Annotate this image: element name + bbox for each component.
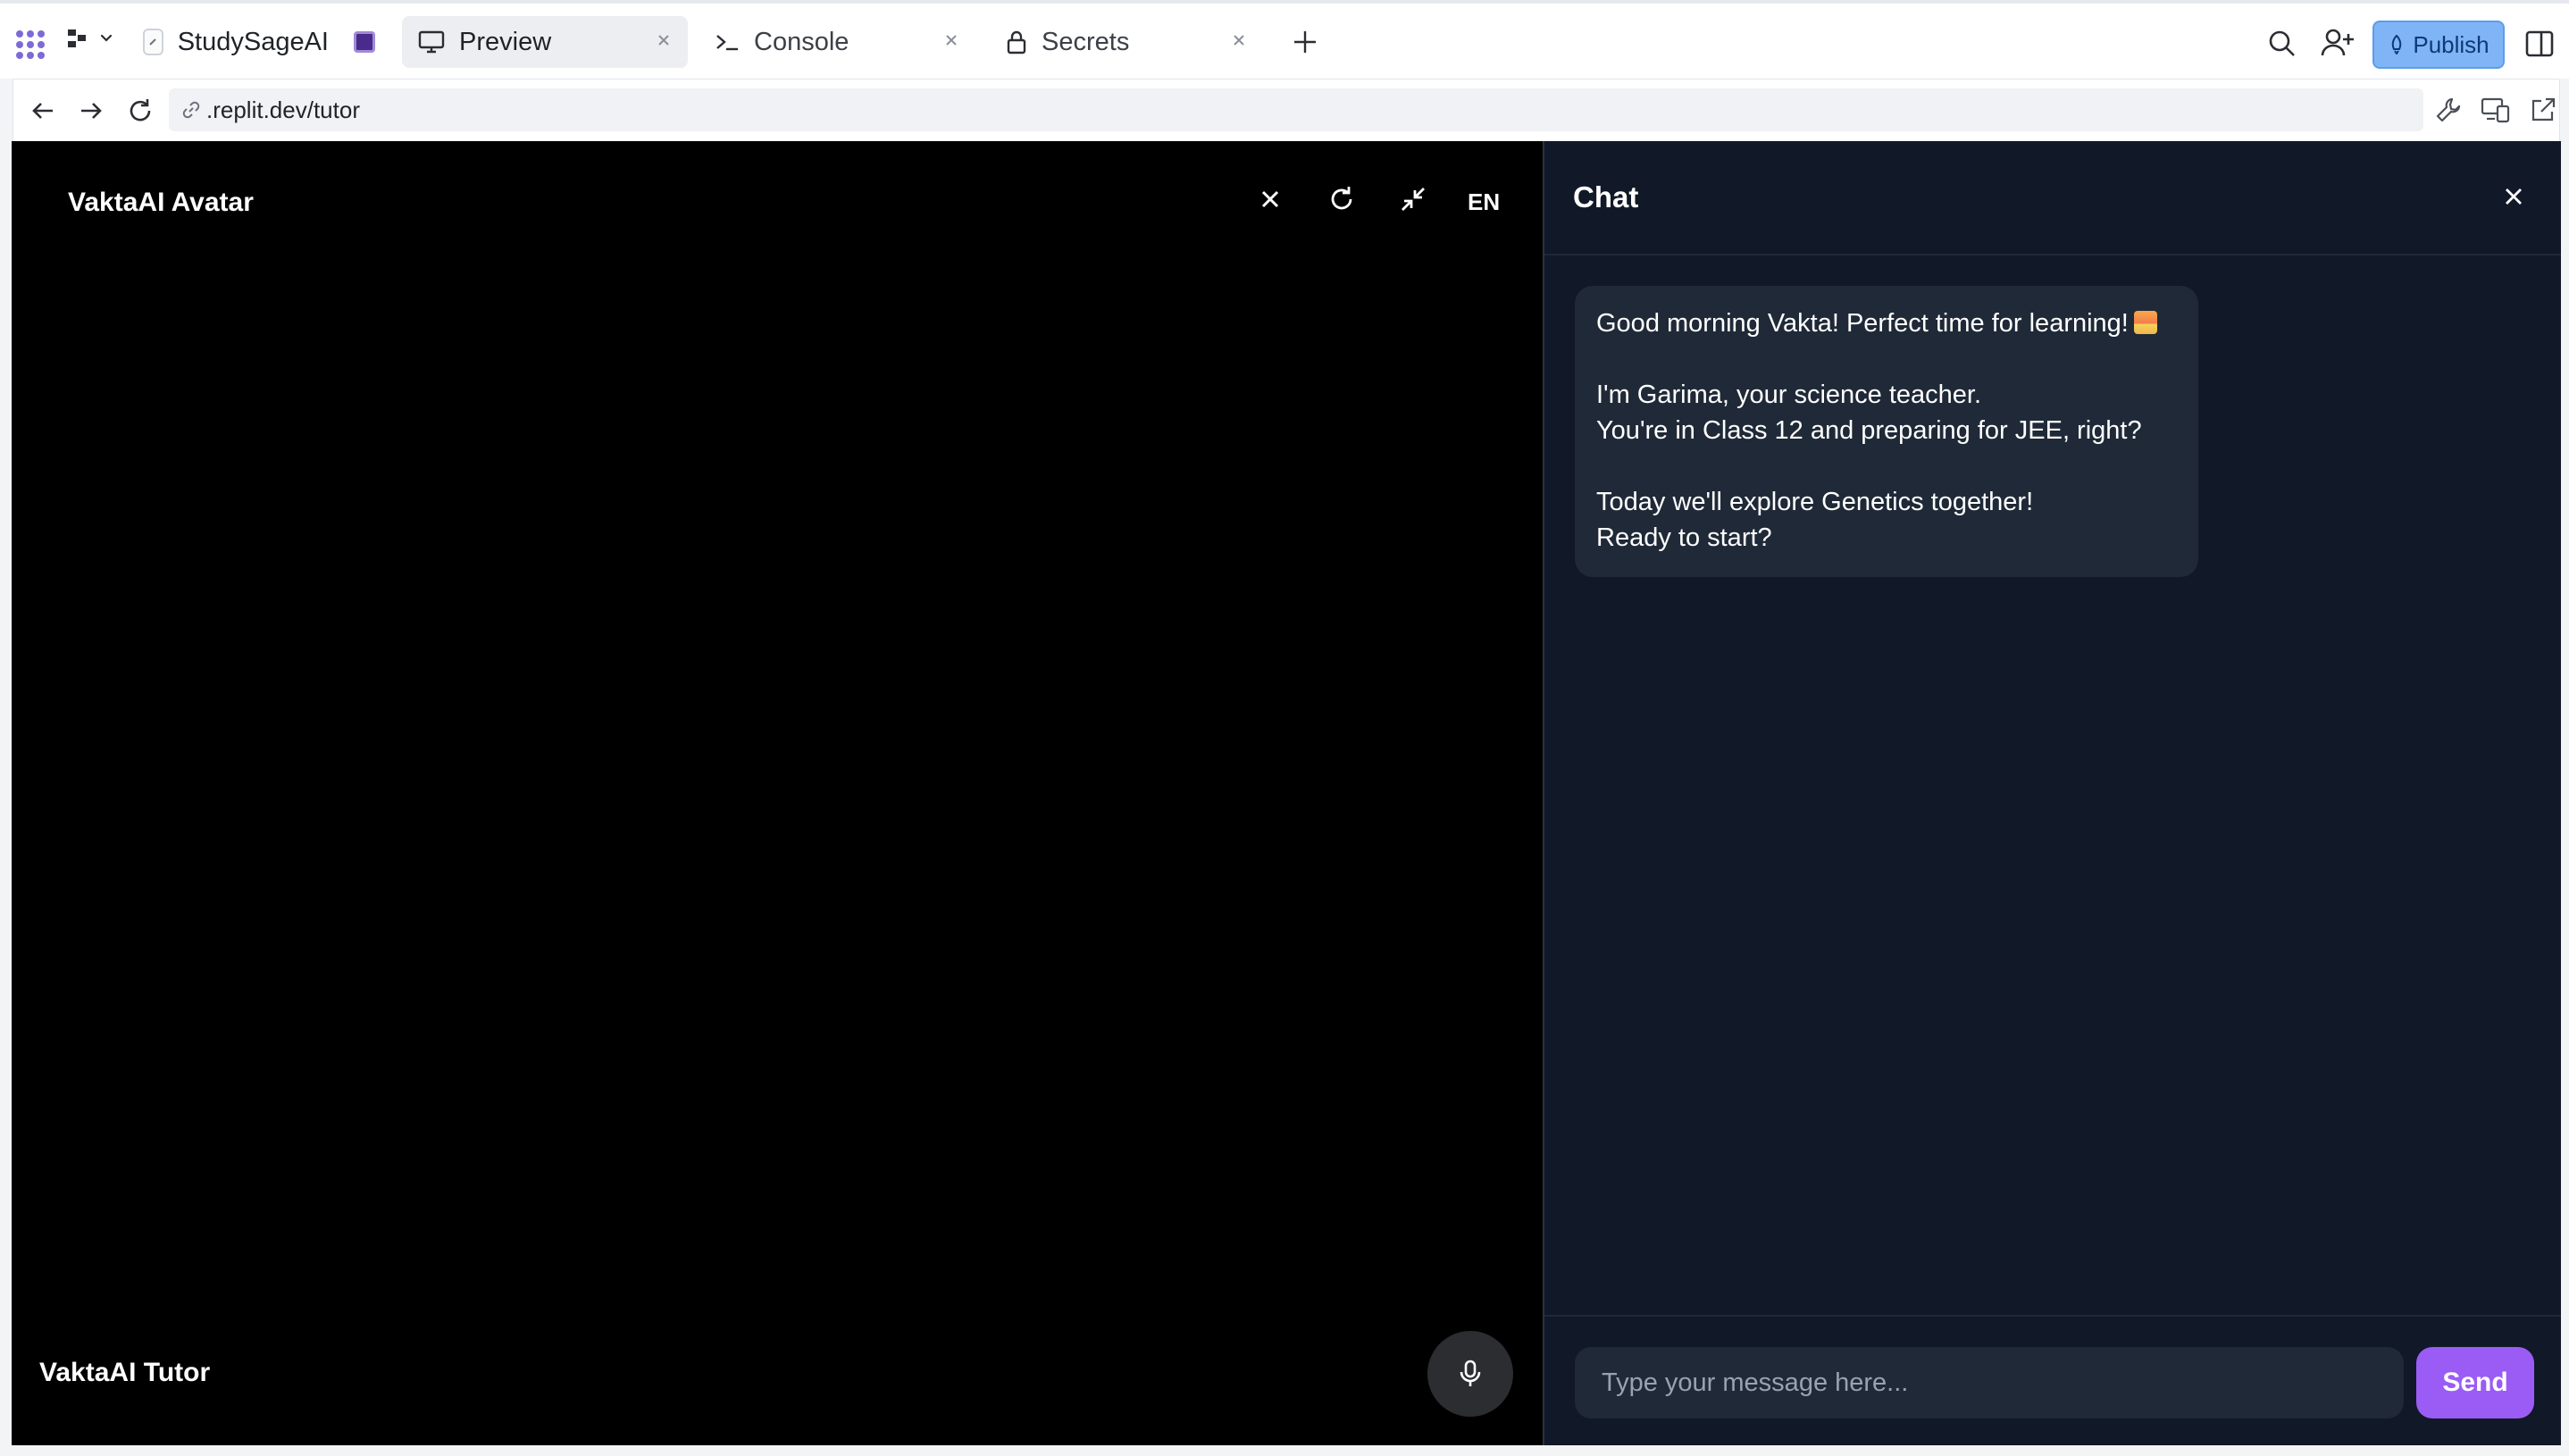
tutor-label: VaktaAI Tutor xyxy=(39,1358,211,1387)
message-line: I'm Garima, your science teacher. xyxy=(1596,381,1982,409)
project-favicon-icon xyxy=(143,29,163,55)
open-external-icon[interactable] xyxy=(2529,96,2557,124)
minimize-icon[interactable] xyxy=(1398,184,1428,214)
close-icon[interactable] xyxy=(941,30,961,50)
tab-label: Preview xyxy=(459,27,552,56)
link-icon xyxy=(181,100,201,120)
reload-icon[interactable] xyxy=(126,96,155,125)
close-icon[interactable] xyxy=(654,30,674,50)
workspace-layout-dropdown[interactable] xyxy=(66,27,114,50)
chat-composer: Send xyxy=(1544,1315,2561,1445)
chat-message-bubble: Good morning Vakta! Perfect time for lea… xyxy=(1575,286,2198,577)
invite-user-icon[interactable] xyxy=(2321,27,2355,59)
preview-url-bar: .replit.dev/tutor xyxy=(13,79,2560,141)
url-path: /tutor xyxy=(306,96,360,123)
devices-icon[interactable] xyxy=(2481,96,2511,124)
monitor-icon xyxy=(418,29,445,54)
app-preview: VaktaAI Avatar EN VaktaAI Tutor Chat Goo… xyxy=(12,141,2561,1445)
close-icon[interactable] xyxy=(1257,186,1284,213)
chat-header: Chat xyxy=(1544,141,2561,255)
message-line: Good morning Vakta! Perfect time for lea… xyxy=(1596,305,2177,341)
tab-project[interactable]: StudySageAI xyxy=(143,16,345,68)
workspace-topbar: StudySageAI Preview Console Secrets Publ… xyxy=(0,0,2569,79)
close-icon[interactable] xyxy=(2501,184,2526,209)
tab-label: Console xyxy=(754,27,849,56)
microphone-icon xyxy=(1460,1360,1481,1386)
chat-title: Chat xyxy=(1573,180,1639,213)
url-input[interactable]: .replit.dev/tutor xyxy=(169,88,2423,131)
search-icon[interactable] xyxy=(2267,29,2297,59)
language-toggle[interactable]: EN xyxy=(1468,188,1500,216)
project-name: StudySageAI xyxy=(177,27,329,56)
terminal-icon xyxy=(715,31,740,53)
microphone-button[interactable] xyxy=(1427,1331,1513,1417)
avatar-panel: VaktaAI Avatar EN VaktaAI Tutor xyxy=(12,141,1543,1445)
chevron-down-icon xyxy=(100,34,113,42)
url-host: .replit.dev xyxy=(206,96,307,123)
forward-arrow-icon[interactable] xyxy=(78,97,105,124)
tab-preview[interactable]: Preview xyxy=(402,16,688,68)
message-line: Today we'll explore Genetics together! xyxy=(1596,488,2034,516)
tab-console[interactable]: Console xyxy=(699,16,975,68)
sunrise-emoji-icon xyxy=(2133,311,2157,334)
stop-icon[interactable] xyxy=(354,31,375,53)
rocket-icon xyxy=(2392,35,2402,54)
message-input[interactable] xyxy=(1575,1347,2404,1418)
back-arrow-icon[interactable] xyxy=(29,97,56,124)
message-line: You're in Class 12 and preparing for JEE… xyxy=(1596,416,2142,445)
wrench-icon[interactable] xyxy=(2434,96,2463,124)
refresh-icon[interactable] xyxy=(1326,184,1357,214)
replit-logo-icon[interactable] xyxy=(14,29,46,61)
add-tab-plus-icon[interactable] xyxy=(1290,27,1320,57)
lock-icon xyxy=(1006,29,1027,55)
tab-label: Secrets xyxy=(1042,27,1130,56)
message-line: Ready to start? xyxy=(1596,523,1772,552)
toggle-sidebar-icon[interactable] xyxy=(2524,29,2555,59)
chat-panel: Chat Good morning Vakta! Perfect time fo… xyxy=(1543,141,2561,1445)
send-button[interactable]: Send xyxy=(2416,1347,2534,1418)
avatar-title: VaktaAI Avatar xyxy=(68,188,254,217)
publish-label: Publish xyxy=(2413,30,2490,58)
publish-button[interactable]: Publish xyxy=(2372,21,2505,69)
layout-icon xyxy=(68,29,86,47)
tab-secrets[interactable]: Secrets xyxy=(990,16,1263,68)
close-icon[interactable] xyxy=(1229,30,1249,50)
